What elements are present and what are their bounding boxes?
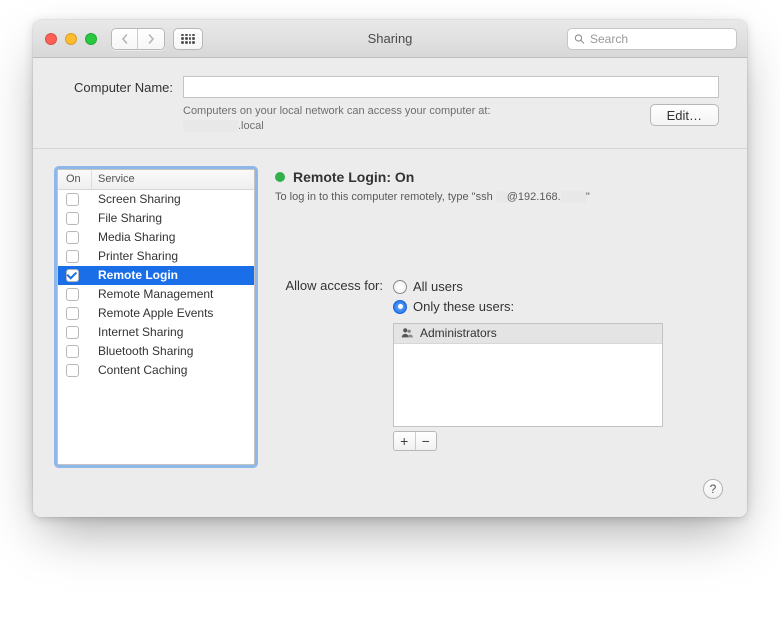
service-row[interactable]: Printer Sharing bbox=[58, 247, 254, 266]
service-list[interactable]: On Service Screen Sharing File Sharing Med… bbox=[57, 169, 255, 465]
add-user-button[interactable]: + bbox=[394, 432, 416, 450]
computer-name-section: Computer Name: Computers on your local n… bbox=[33, 58, 747, 149]
status-text: Remote Login: On bbox=[293, 169, 414, 185]
service-label: File Sharing bbox=[92, 211, 254, 225]
allow-access-label: Allow access for: bbox=[275, 277, 383, 451]
help-button[interactable]: ? bbox=[703, 479, 723, 499]
sharing-preferences-window: Sharing Computer Name: Computers on your… bbox=[33, 20, 747, 517]
grid-icon bbox=[181, 34, 195, 44]
column-header-on[interactable]: On bbox=[58, 170, 92, 189]
computer-name-hint: Computers on your local network can acce… bbox=[183, 104, 638, 134]
remove-user-button[interactable]: − bbox=[416, 432, 437, 450]
service-checkbox[interactable] bbox=[66, 193, 79, 206]
service-row[interactable]: Content Caching bbox=[58, 361, 254, 380]
redacted-hostname: xxxxxxxxxx bbox=[183, 120, 238, 132]
allowed-users-list[interactable]: Administrators bbox=[393, 323, 663, 427]
service-row[interactable]: Media Sharing bbox=[58, 228, 254, 247]
ssh-instruction: To log in to this computer remotely, typ… bbox=[275, 191, 723, 203]
service-checkbox[interactable] bbox=[66, 212, 79, 225]
nav-back-forward bbox=[111, 28, 165, 50]
traffic-lights bbox=[45, 33, 97, 45]
service-checkbox[interactable] bbox=[66, 307, 79, 320]
service-row[interactable]: Remote Apple Events bbox=[58, 304, 254, 323]
user-label: Administrators bbox=[420, 326, 497, 340]
service-checkbox[interactable] bbox=[66, 288, 79, 301]
service-checkbox[interactable] bbox=[66, 364, 79, 377]
show-all-prefs-button[interactable] bbox=[173, 28, 203, 50]
service-row[interactable]: Remote Management bbox=[58, 285, 254, 304]
search-input[interactable] bbox=[567, 28, 737, 50]
radio-icon bbox=[393, 280, 407, 294]
service-checkbox[interactable] bbox=[66, 269, 79, 282]
computer-name-input[interactable] bbox=[183, 76, 719, 98]
status-indicator-icon bbox=[275, 172, 285, 182]
service-label: Remote Apple Events bbox=[92, 306, 254, 320]
computer-name-label: Computer Name: bbox=[61, 80, 173, 95]
add-remove-users: + − bbox=[393, 431, 437, 451]
service-checkbox[interactable] bbox=[66, 231, 79, 244]
service-row[interactable]: Remote Login bbox=[58, 266, 254, 285]
zoom-window-button[interactable] bbox=[85, 33, 97, 45]
chevron-left-icon bbox=[120, 34, 130, 44]
service-label: Screen Sharing bbox=[92, 192, 254, 206]
radio-icon bbox=[393, 300, 407, 314]
service-row[interactable]: Bluetooth Sharing bbox=[58, 342, 254, 361]
radio-all-users[interactable]: All users bbox=[393, 277, 723, 297]
service-row[interactable]: File Sharing bbox=[58, 209, 254, 228]
service-checkbox[interactable] bbox=[66, 326, 79, 339]
user-row[interactable]: Administrators bbox=[394, 324, 662, 344]
edit-hostname-button[interactable]: Edit… bbox=[650, 104, 719, 126]
service-label: Media Sharing bbox=[92, 230, 254, 244]
radio-only-these-users[interactable]: Only these users: bbox=[393, 297, 723, 317]
forward-button[interactable] bbox=[138, 29, 164, 49]
minimize-window-button[interactable] bbox=[65, 33, 77, 45]
column-header-service[interactable]: Service bbox=[92, 170, 254, 189]
service-label: Internet Sharing bbox=[92, 325, 254, 339]
service-label: Bluetooth Sharing bbox=[92, 344, 254, 358]
service-checkbox[interactable] bbox=[66, 250, 79, 263]
service-label: Remote Login bbox=[92, 268, 254, 282]
window-toolbar: Sharing bbox=[33, 20, 747, 58]
service-label: Content Caching bbox=[92, 363, 254, 377]
back-button[interactable] bbox=[112, 29, 138, 49]
service-label: Printer Sharing bbox=[92, 249, 254, 263]
search-icon bbox=[574, 33, 585, 44]
close-window-button[interactable] bbox=[45, 33, 57, 45]
service-row[interactable]: Internet Sharing bbox=[58, 323, 254, 342]
service-detail-panel: Remote Login: On To log in to this compu… bbox=[275, 169, 723, 465]
service-label: Remote Management bbox=[92, 287, 254, 301]
search-field-wrap bbox=[567, 28, 737, 50]
chevron-right-icon bbox=[146, 34, 156, 44]
group-icon bbox=[400, 326, 414, 340]
service-row[interactable]: Screen Sharing bbox=[58, 190, 254, 209]
service-checkbox[interactable] bbox=[66, 345, 79, 358]
